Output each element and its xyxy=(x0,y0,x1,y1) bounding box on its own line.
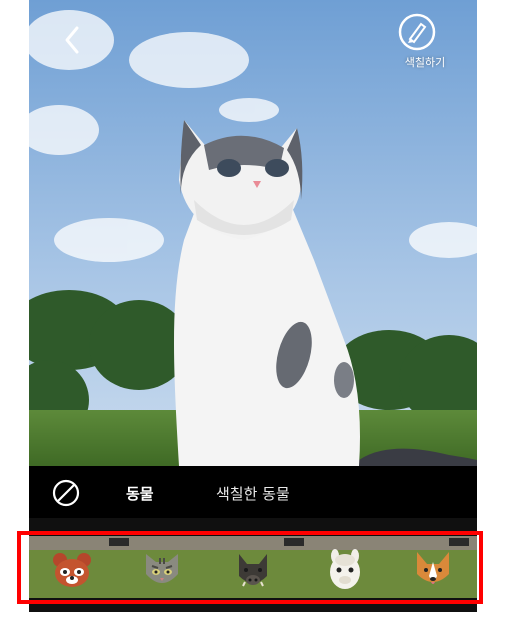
camera-screen: 색칠하기 동물 색칠한 동물 xyxy=(29,0,477,612)
sticker-tab-bar: 동물 색칠한 동물 xyxy=(29,466,477,518)
corgi-face-icon xyxy=(417,552,449,584)
sticker-corgi[interactable] xyxy=(411,548,455,592)
red-panda-face-icon xyxy=(53,553,91,587)
brush-circle-icon xyxy=(398,13,436,51)
no-filter-icon xyxy=(52,479,80,507)
wild-boar-face-icon xyxy=(239,554,267,587)
camera-preview: 색칠하기 xyxy=(29,0,477,466)
tab-animals[interactable]: 동물 xyxy=(126,483,154,504)
sticker-tray xyxy=(29,518,477,612)
alpaca-face-icon xyxy=(330,549,360,589)
tabby-cat-face-icon xyxy=(146,554,178,583)
back-button[interactable] xyxy=(59,22,87,58)
sticker-wild-boar[interactable] xyxy=(231,548,275,592)
chevron-left-icon xyxy=(65,26,79,54)
sticker-alpaca[interactable] xyxy=(323,548,367,592)
tab-colored-animals[interactable]: 색칠한 동물 xyxy=(216,483,290,504)
paint-button[interactable]: 색칠하기 xyxy=(397,12,453,72)
paint-button-label: 색칠하기 xyxy=(404,56,446,69)
no-filter-button[interactable] xyxy=(51,478,81,508)
sticker-red-panda[interactable] xyxy=(50,548,94,592)
sticker-tabby-cat[interactable] xyxy=(140,548,184,592)
